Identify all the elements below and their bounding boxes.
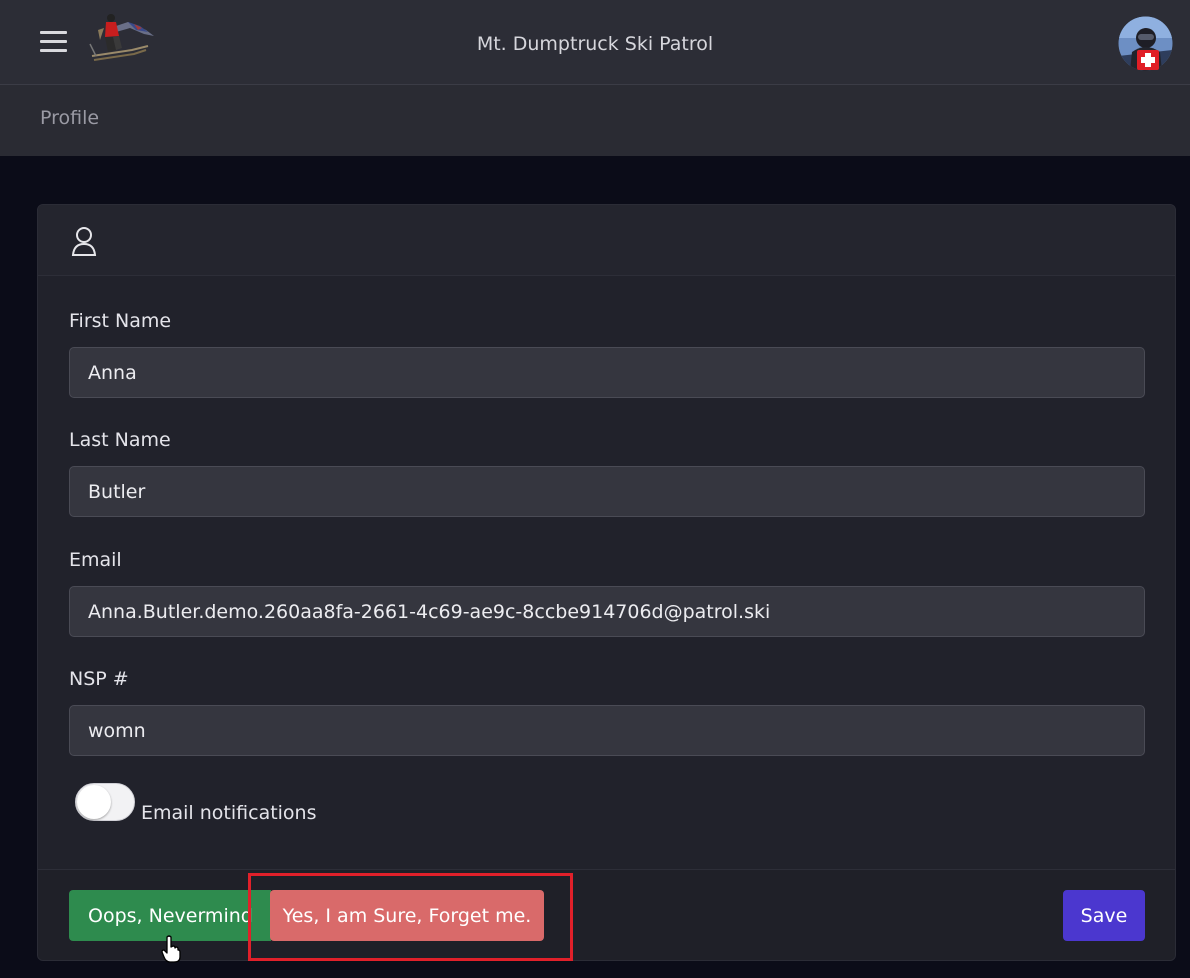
last-name-input[interactable] xyxy=(69,466,1145,517)
email-notifications-toggle[interactable] xyxy=(75,783,135,821)
breadcrumb: Profile xyxy=(0,85,1190,156)
top-navbar: Mt. Dumptruck Ski Patrol xyxy=(0,0,1190,85)
breadcrumb-profile: Profile xyxy=(40,107,100,129)
nsp-number-label: NSP # xyxy=(69,668,129,690)
app-title: Mt. Dumptruck Ski Patrol xyxy=(476,33,714,55)
nevermind-button[interactable]: Oops, Nevermind xyxy=(69,890,271,941)
last-name-label: Last Name xyxy=(69,429,171,451)
toggle-knob xyxy=(77,785,111,819)
save-button[interactable]: Save xyxy=(1063,890,1145,941)
first-name-label: First Name xyxy=(69,310,172,332)
user-icon xyxy=(71,227,97,256)
user-avatar[interactable] xyxy=(1118,16,1173,71)
nsp-number-input[interactable] xyxy=(69,705,1145,756)
card-header xyxy=(38,205,1175,276)
profile-card: First Name Last Name Email NSP # Email n… xyxy=(37,204,1176,961)
forget-me-button[interactable]: Yes, I am Sure, Forget me. xyxy=(270,890,544,941)
card-footer: Oops, Nevermind Yes, I am Sure, Forget m… xyxy=(38,869,1175,960)
email-input[interactable] xyxy=(69,586,1145,637)
email-label: Email xyxy=(69,549,122,571)
first-name-input[interactable] xyxy=(69,347,1145,398)
email-notifications-label: Email notifications xyxy=(141,802,317,824)
